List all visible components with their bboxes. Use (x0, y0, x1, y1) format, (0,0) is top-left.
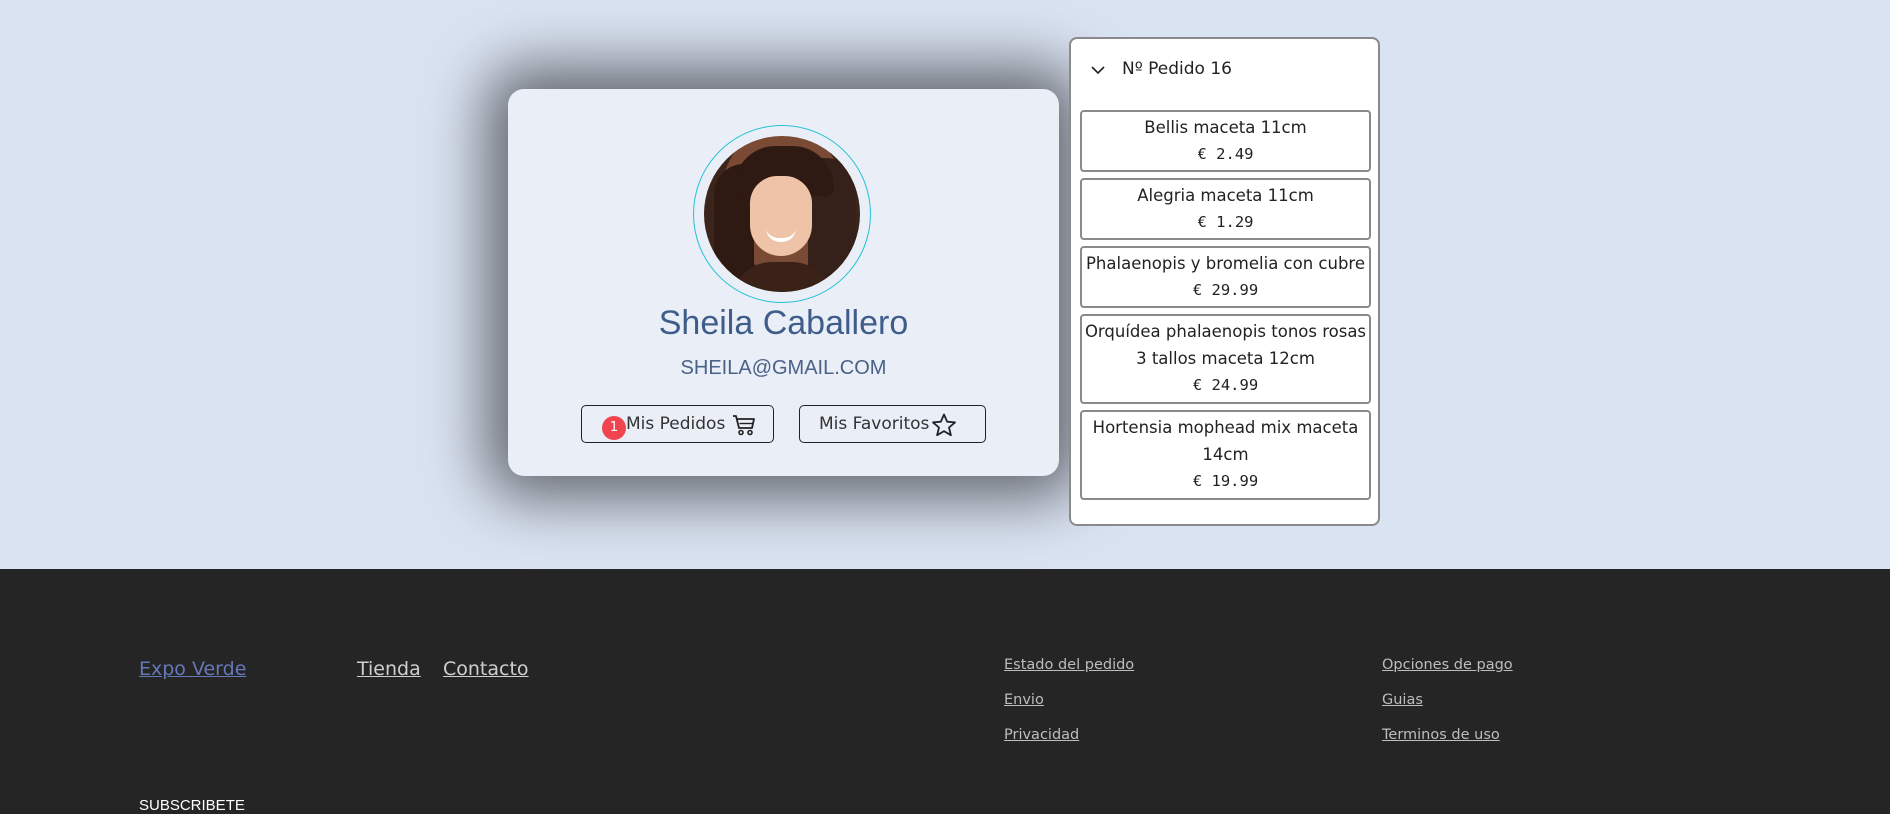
order-item-name: Alegria maceta 11cm (1137, 186, 1314, 205)
footer-link-terms[interactable]: Terminos de uso (1382, 727, 1500, 743)
footer-link-privacy[interactable]: Privacidad (1004, 727, 1079, 743)
order-item-price: € 19.99 (1192, 472, 1259, 490)
my-favorites-label: Mis Favoritos (819, 414, 930, 434)
footer: Expo Verde Tienda Contacto Estado del pe… (0, 569, 1890, 814)
cart-icon (732, 414, 756, 441)
order-item-price: € 24.99 (1192, 376, 1259, 394)
nav-link-contacto[interactable]: Contacto (443, 658, 529, 680)
profile-name: Sheila Caballero (658, 304, 909, 342)
footer-link-guides[interactable]: Guias (1382, 692, 1423, 708)
order-item-name: Orquídea phalaenopis tonos rosas 3 tallo… (1084, 322, 1367, 368)
order-title: Nº Pedido 16 (1122, 59, 1232, 79)
order-item-price: € 1.29 (1197, 213, 1254, 231)
order-item: Hortensia mophead mix maceta 14cm € 19.9… (1080, 410, 1371, 500)
order-item-price: € 29.99 (1192, 281, 1259, 299)
avatar (704, 136, 860, 292)
order-item: Alegria maceta 11cm € 1.29 (1080, 178, 1371, 240)
order-item: Phalaenopis y bromelia con cubre € 29.99 (1080, 246, 1371, 308)
brand-link[interactable]: Expo Verde (139, 658, 246, 680)
order-panel: Nº Pedido 16 Bellis maceta 11cm € 2.49 A… (1069, 37, 1380, 526)
orders-count-badge: 1 (602, 416, 626, 440)
order-item-name: Phalaenopis y bromelia con cubre (1085, 254, 1365, 273)
footer-link-shipping[interactable]: Envio (1004, 692, 1044, 708)
subscribe-heading: SUBSCRIBETE (139, 797, 245, 814)
my-favorites-button[interactable]: Mis Favoritos (799, 405, 986, 443)
star-icon (931, 413, 957, 442)
main-area: Sheila Caballero SHEILA@GMAIL.COM 1 Mis … (0, 0, 1890, 569)
my-orders-button[interactable]: 1 Mis Pedidos (581, 405, 774, 443)
order-item-name: Bellis maceta 11cm (1144, 118, 1307, 137)
profile-email: SHEILA@GMAIL.COM (680, 357, 887, 379)
nav-link-tienda[interactable]: Tienda (357, 658, 421, 680)
avatar-ring (693, 125, 871, 303)
my-orders-label: Mis Pedidos (626, 414, 726, 434)
order-item: Bellis maceta 11cm € 2.49 (1080, 110, 1371, 172)
order-accordion-header[interactable]: Nº Pedido 16 (1071, 39, 1378, 99)
order-item-price: € 2.49 (1197, 145, 1254, 163)
chevron-down-icon (1091, 60, 1105, 79)
order-item: Orquídea phalaenopis tonos rosas 3 tallo… (1080, 314, 1371, 404)
footer-link-payment-options[interactable]: Opciones de pago (1382, 657, 1513, 673)
profile-card: Sheila Caballero SHEILA@GMAIL.COM 1 Mis … (508, 89, 1059, 476)
order-item-name: Hortensia mophead mix maceta 14cm (1092, 418, 1359, 464)
footer-link-order-status[interactable]: Estado del pedido (1004, 657, 1134, 673)
